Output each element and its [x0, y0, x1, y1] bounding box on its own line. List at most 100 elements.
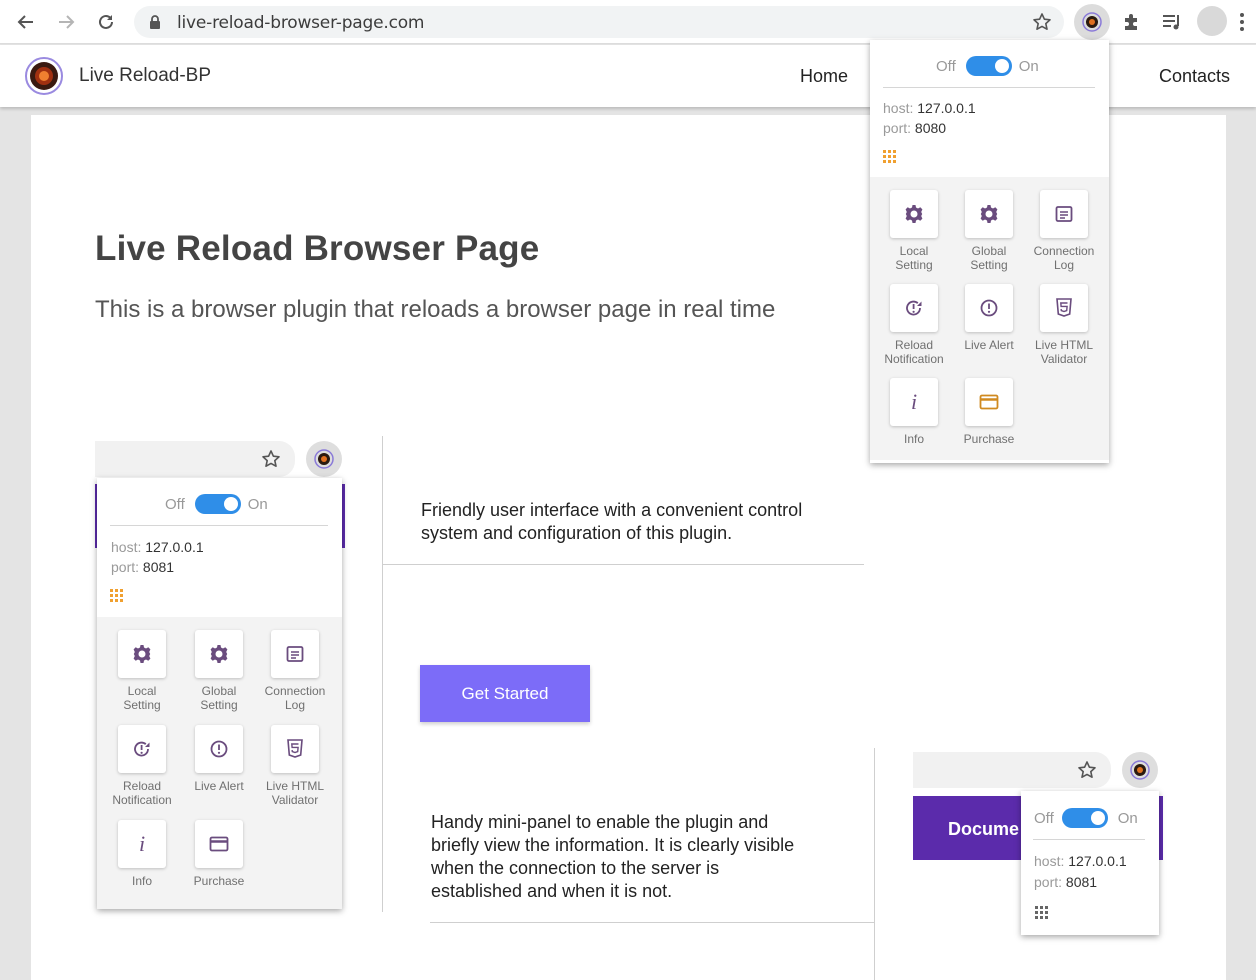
credit-card-icon — [195, 820, 243, 868]
host-value: 127.0.0.1 — [145, 539, 204, 555]
tile-reload-notification[interactable]: Reload Notification — [104, 725, 180, 807]
toggle-on-label: On — [1018, 57, 1039, 75]
bookmark-star-icon — [1077, 760, 1097, 785]
live-reload-extension-icon — [1122, 752, 1158, 788]
tile-connection-log[interactable]: Connection Log — [1026, 190, 1102, 272]
divider — [110, 525, 328, 526]
tile-global-setting[interactable]: Global Setting — [181, 630, 257, 712]
brand-name[interactable]: Live Reload-BP — [79, 65, 211, 87]
port-line: port: 8081 — [1034, 874, 1097, 890]
extension-popup: Off On host: 127.0.0.1 port: 8080 Local S… — [870, 40, 1109, 463]
chrome-menu-icon[interactable] — [1240, 12, 1244, 32]
port-key: port: — [883, 120, 912, 136]
tile-label: Info — [903, 432, 924, 446]
tile-label: Purchase — [963, 432, 1015, 446]
toggle-off-label: Off — [936, 57, 956, 75]
media-queue-icon[interactable] — [1159, 9, 1185, 35]
host-line: host: 127.0.0.1 — [1034, 853, 1127, 869]
tile-live-alert[interactable]: Live Alert — [951, 284, 1027, 352]
get-started-button[interactable]: Get Started — [420, 665, 590, 722]
feature-2-text: Handy mini-panel to enable the plugin an… — [431, 811, 794, 903]
address-bar[interactable]: live-reload-browser-page.com — [134, 6, 1064, 38]
tile-label: Connection — [1033, 244, 1095, 258]
gear-icon — [195, 630, 243, 678]
tile-label: Setting — [895, 258, 933, 272]
bookmark-star-icon[interactable] — [1032, 12, 1052, 37]
feature-1-line: Friendly user interface with a convenien… — [421, 500, 803, 520]
power-toggle: Off On — [165, 494, 268, 514]
port-value: 8080 — [914, 120, 947, 136]
divider — [1033, 839, 1145, 840]
toggle-on-label: On — [247, 495, 268, 513]
forward-icon[interactable] — [53, 9, 79, 35]
toggle-on-label: On — [1117, 809, 1138, 827]
port-key: port: — [1034, 874, 1063, 890]
mock-browser-bar — [95, 441, 295, 477]
tile-live-html-validator[interactable]: Live HTML Validator — [257, 725, 333, 807]
mock-browser-bar — [913, 752, 1111, 788]
nav-contacts[interactable]: Contacts — [1159, 66, 1230, 87]
power-toggle[interactable]: Off On — [936, 56, 1039, 76]
alert-icon — [195, 725, 243, 773]
tile-global-setting[interactable]: Global Setting — [951, 190, 1027, 272]
tile-purchase[interactable]: Purchase — [951, 378, 1027, 446]
tile-info[interactable]: i Info — [104, 820, 180, 888]
reload-alert-icon — [890, 284, 938, 332]
host-value: 127.0.0.1 — [917, 100, 976, 116]
extensions-puzzle-icon[interactable] — [1119, 9, 1145, 35]
toggle-switch — [194, 494, 241, 514]
feature-2-line: Handy mini-panel to enable the plugin an… — [431, 812, 769, 832]
divider — [883, 87, 1095, 88]
tile-local-setting[interactable]: Local Setting — [876, 190, 952, 272]
port-line: port: 8080 — [883, 120, 946, 136]
tile-label: Notification — [884, 352, 944, 366]
profile-avatar[interactable] — [1197, 6, 1227, 36]
tile-purchase[interactable]: Purchase — [181, 820, 257, 888]
tile-label: Validator — [271, 793, 319, 807]
live-reload-extension-icon — [306, 441, 342, 477]
host-line: host: 127.0.0.1 — [883, 100, 976, 116]
tile-reload-notification[interactable]: Reload Notification — [876, 284, 952, 366]
gear-icon — [890, 190, 938, 238]
hero-title: Live Reload Browser Page — [95, 229, 540, 268]
tile-info[interactable]: i Info — [876, 378, 952, 446]
apps-grid-icon — [1035, 906, 1049, 925]
browser-toolbar: live-reload-browser-page.com — [0, 0, 1256, 44]
port-value: 8081 — [1065, 874, 1098, 890]
tile-grid: Local Setting Global Setting Connection Log… — [870, 177, 1109, 460]
tile-label: Setting — [970, 258, 1008, 272]
tile-connection-log[interactable]: Connection Log — [257, 630, 333, 712]
tile-label: Setting — [200, 698, 238, 712]
tile-label: Reload — [894, 338, 934, 352]
brand-logo-icon[interactable] — [24, 56, 64, 101]
mini-panel-popup: Off On host: 127.0.0.1 port: 8081 — [1021, 791, 1159, 935]
toggle-switch — [1061, 808, 1108, 828]
html5-icon — [1040, 284, 1088, 332]
info-icon: i — [890, 378, 938, 426]
tile-label: Setting — [123, 698, 161, 712]
tile-live-alert[interactable]: Live Alert — [181, 725, 257, 793]
vertical-divider — [382, 436, 383, 912]
tile-local-setting[interactable]: Local Setting — [104, 630, 180, 712]
apps-grid-icon — [110, 589, 124, 608]
reload-alert-icon — [118, 725, 166, 773]
toggle-switch[interactable] — [965, 56, 1012, 76]
tile-grid: Local Setting Global Setting Connection Log… — [97, 617, 342, 909]
host-key: host: — [1034, 853, 1065, 869]
tile-label: Reload — [122, 779, 162, 793]
horizontal-divider — [383, 564, 864, 565]
tile-label: Global — [201, 684, 237, 698]
nav-home[interactable]: Home — [800, 66, 848, 87]
vertical-divider — [874, 748, 875, 980]
host-value: 127.0.0.1 — [1068, 853, 1127, 869]
popup-screenshot: Off On host: 127.0.0.1 port: 8081 Local S… — [97, 478, 342, 909]
port-value: 8081 — [142, 559, 175, 575]
back-icon[interactable] — [13, 9, 39, 35]
tile-live-html-validator[interactable]: Live HTML Validator — [1026, 284, 1102, 366]
live-reload-extension-icon[interactable] — [1074, 4, 1110, 40]
tile-label: Purchase — [193, 874, 245, 888]
tile-label: Log — [1053, 258, 1075, 272]
apps-grid-icon[interactable] — [883, 150, 897, 169]
hero-subtitle: This is a browser plugin that reloads a … — [95, 296, 776, 323]
reload-icon[interactable] — [93, 9, 119, 35]
